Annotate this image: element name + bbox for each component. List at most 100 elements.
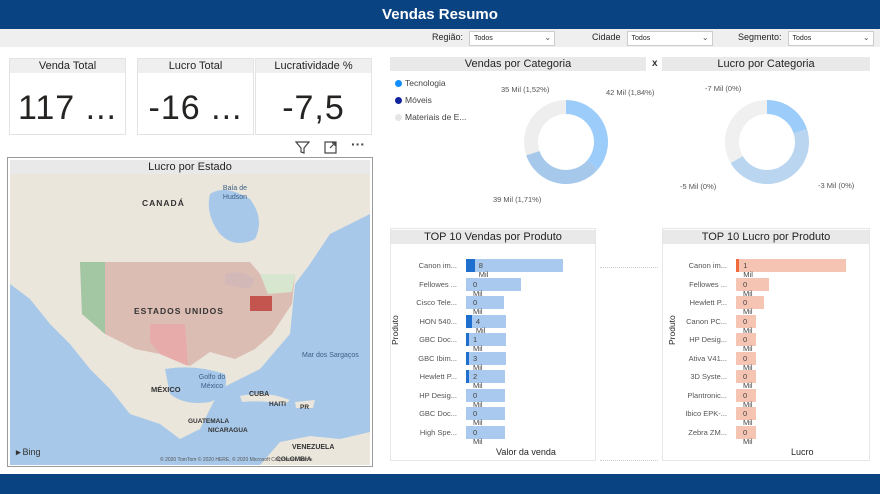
donut-slice-tecnologia[interactable]	[566, 100, 608, 170]
slicer-cidade: Cidade Todos ⌄	[592, 31, 713, 46]
bar[interactable]	[466, 388, 505, 402]
card-title: Venda Total	[10, 59, 125, 73]
slicer-cidade-label: Cidade	[592, 32, 621, 42]
bar-highlight	[736, 259, 740, 272]
regiao-value: Todos	[474, 35, 493, 42]
legend-item-materiais[interactable]: Materiais de E...	[395, 112, 466, 122]
bar-value-label: 0 Mil	[743, 390, 753, 409]
filter-icon[interactable]	[294, 140, 311, 158]
bar-value-label: 8 Mil	[478, 261, 489, 279]
legend-dot-moveis	[395, 96, 402, 104]
cidade-value: Todos	[631, 35, 651, 42]
card-lucratividade[interactable]: Lucratividade % -7,5	[255, 58, 372, 135]
report-title: Vendas Resumo	[382, 6, 498, 23]
guide-line	[600, 267, 658, 268]
lucro-categoria-title: Lucro por Categoria	[662, 57, 870, 71]
bar-value-label: 2 Mil	[473, 372, 483, 390]
donut-slice-tecnologia[interactable]	[767, 100, 807, 134]
bar-category-label: Cisco Tele...	[416, 298, 457, 307]
donut-slice-materiais[interactable]	[524, 100, 566, 156]
bar-highlight	[466, 314, 472, 328]
map-label-sargaco: Mar dos Sargaços	[302, 352, 359, 359]
map-label-pr: PR	[300, 404, 310, 411]
map-label-canada: CANADÁ	[142, 198, 185, 208]
bar[interactable]	[466, 314, 506, 328]
bar-category-label: Zebra ZM...	[688, 427, 727, 437]
donut1-label-moveis: 39 Mil (1,71%)	[493, 195, 542, 204]
legend-item-tecnologia[interactable]: Tecnologia	[395, 78, 446, 88]
card-title: Lucratividade %	[256, 59, 371, 73]
bar-category-label: GBC Doc...	[419, 335, 457, 344]
bar-category-label: Canon PC...	[686, 316, 727, 326]
cidade-dropdown[interactable]: Todos ⌄	[626, 31, 713, 46]
vendas-categoria-title: Vendas por Categoria	[390, 57, 646, 71]
card-value: -7,5	[282, 89, 345, 127]
bar-value-label: 0 Mil	[743, 409, 753, 427]
map-label-usa: ESTADOS UNIDOS	[134, 306, 224, 316]
top10-vendas-title: TOP 10 Vendas por Produto	[391, 230, 595, 244]
bar-category-label: Canon im...	[418, 261, 457, 270]
bar-category-label: Ativa V41...	[688, 353, 727, 363]
map-title: Lucro por Estado	[10, 160, 370, 174]
legend-item-moveis[interactable]: Móveis	[395, 95, 432, 105]
lucro-donut[interactable]	[715, 90, 819, 194]
bar-highlight	[466, 333, 469, 346]
donut-slice-moveis[interactable]	[526, 150, 599, 184]
donut2-label-tecnologia: -3 Mil (0%)	[818, 181, 855, 190]
card-lucro-total[interactable]: Lucro Total -16 ...	[137, 58, 254, 135]
vendas-donut[interactable]	[514, 90, 618, 194]
bar[interactable]	[466, 351, 506, 365]
bing-icon: ▸	[16, 447, 21, 457]
bar-category-label: Fellowes ...	[689, 279, 727, 289]
regiao-dropdown[interactable]: Todos ⌄	[469, 31, 556, 46]
bar-value-label: 1 Mil	[743, 261, 753, 279]
slicer-regiao-label: Região:	[432, 32, 464, 42]
bar-category-label: HP Desig...	[689, 335, 727, 344]
more-options-icon[interactable]: ···	[351, 136, 365, 152]
footer-bar	[0, 474, 880, 494]
bar-value-label: 3 Mil	[473, 353, 483, 372]
card-venda-total[interactable]: Venda Total 117 ...	[9, 58, 126, 135]
map-label-golfo: Golfo do México	[198, 374, 226, 390]
map-label-nicaragua: NICARAGUA	[208, 427, 248, 434]
map-label-guatemala: GUATEMALA	[188, 418, 230, 425]
usa-pennsylvania	[250, 296, 272, 311]
map-label-mexico: MÉXICO	[151, 385, 181, 394]
bar[interactable]	[466, 407, 505, 420]
bar-value-label: 4 Mil	[475, 316, 486, 335]
filter-bar: Região: Todos ⌄ Cidade Todos ⌄ Segmento: T…	[0, 29, 880, 47]
focus-mode-icon[interactable]	[323, 140, 338, 158]
bar[interactable]	[466, 425, 505, 439]
chevron-down-icon: ⌄	[701, 33, 709, 42]
vendas-donut-slices	[524, 100, 608, 184]
bar-category-label: Hewlett P...	[689, 298, 727, 307]
bar-value-label: 0 Mil	[743, 279, 753, 298]
map-copyright: © 2020 TomTom © 2020 HERE, © 2020 Micros…	[160, 457, 313, 463]
segmento-dropdown[interactable]: Todos ⌄	[787, 31, 874, 46]
bar-value-label: 0 Mil	[473, 409, 483, 427]
bar[interactable]	[466, 333, 506, 346]
bar-value-label: 0 Mil	[473, 390, 483, 409]
map-label-cuba: CUBA	[249, 391, 270, 398]
bar[interactable]	[466, 296, 504, 309]
bar-value-label: 0 Mil	[743, 316, 753, 335]
donut1-label-tecnologia: 42 Mil (1,84%)	[606, 88, 655, 97]
close-icon[interactable]: x	[652, 59, 658, 69]
bar[interactable]	[466, 370, 505, 383]
top10-lucro-xlabel: Lucro	[791, 447, 814, 457]
donut2-label-moveis: -7 Mil (0%)	[705, 84, 742, 93]
donut-slice-materiais[interactable]	[725, 100, 767, 163]
bar-category-label: HP Desig...	[419, 390, 457, 400]
card-title: Lucro Total	[138, 59, 253, 73]
bar-category-label: 3D Syste...	[690, 372, 727, 381]
bing-logo: ▸ Bing	[16, 448, 41, 457]
donut-slice-moveis[interactable]	[730, 129, 809, 184]
bar-value-label: 0 Mil	[473, 298, 483, 316]
segmento-value: Todos	[792, 35, 812, 42]
card-value: -16 ...	[148, 89, 243, 127]
top10-vendas-xlabel: Valor da venda	[496, 447, 556, 457]
map-canvas[interactable]: CANADÁ Baía de Hudson ESTADOS UNIDOS Mar…	[10, 174, 370, 465]
bar-highlight	[466, 370, 469, 383]
legend-dot-tecnologia	[395, 79, 402, 87]
bar-category-label: Hewlett P...	[419, 372, 457, 381]
